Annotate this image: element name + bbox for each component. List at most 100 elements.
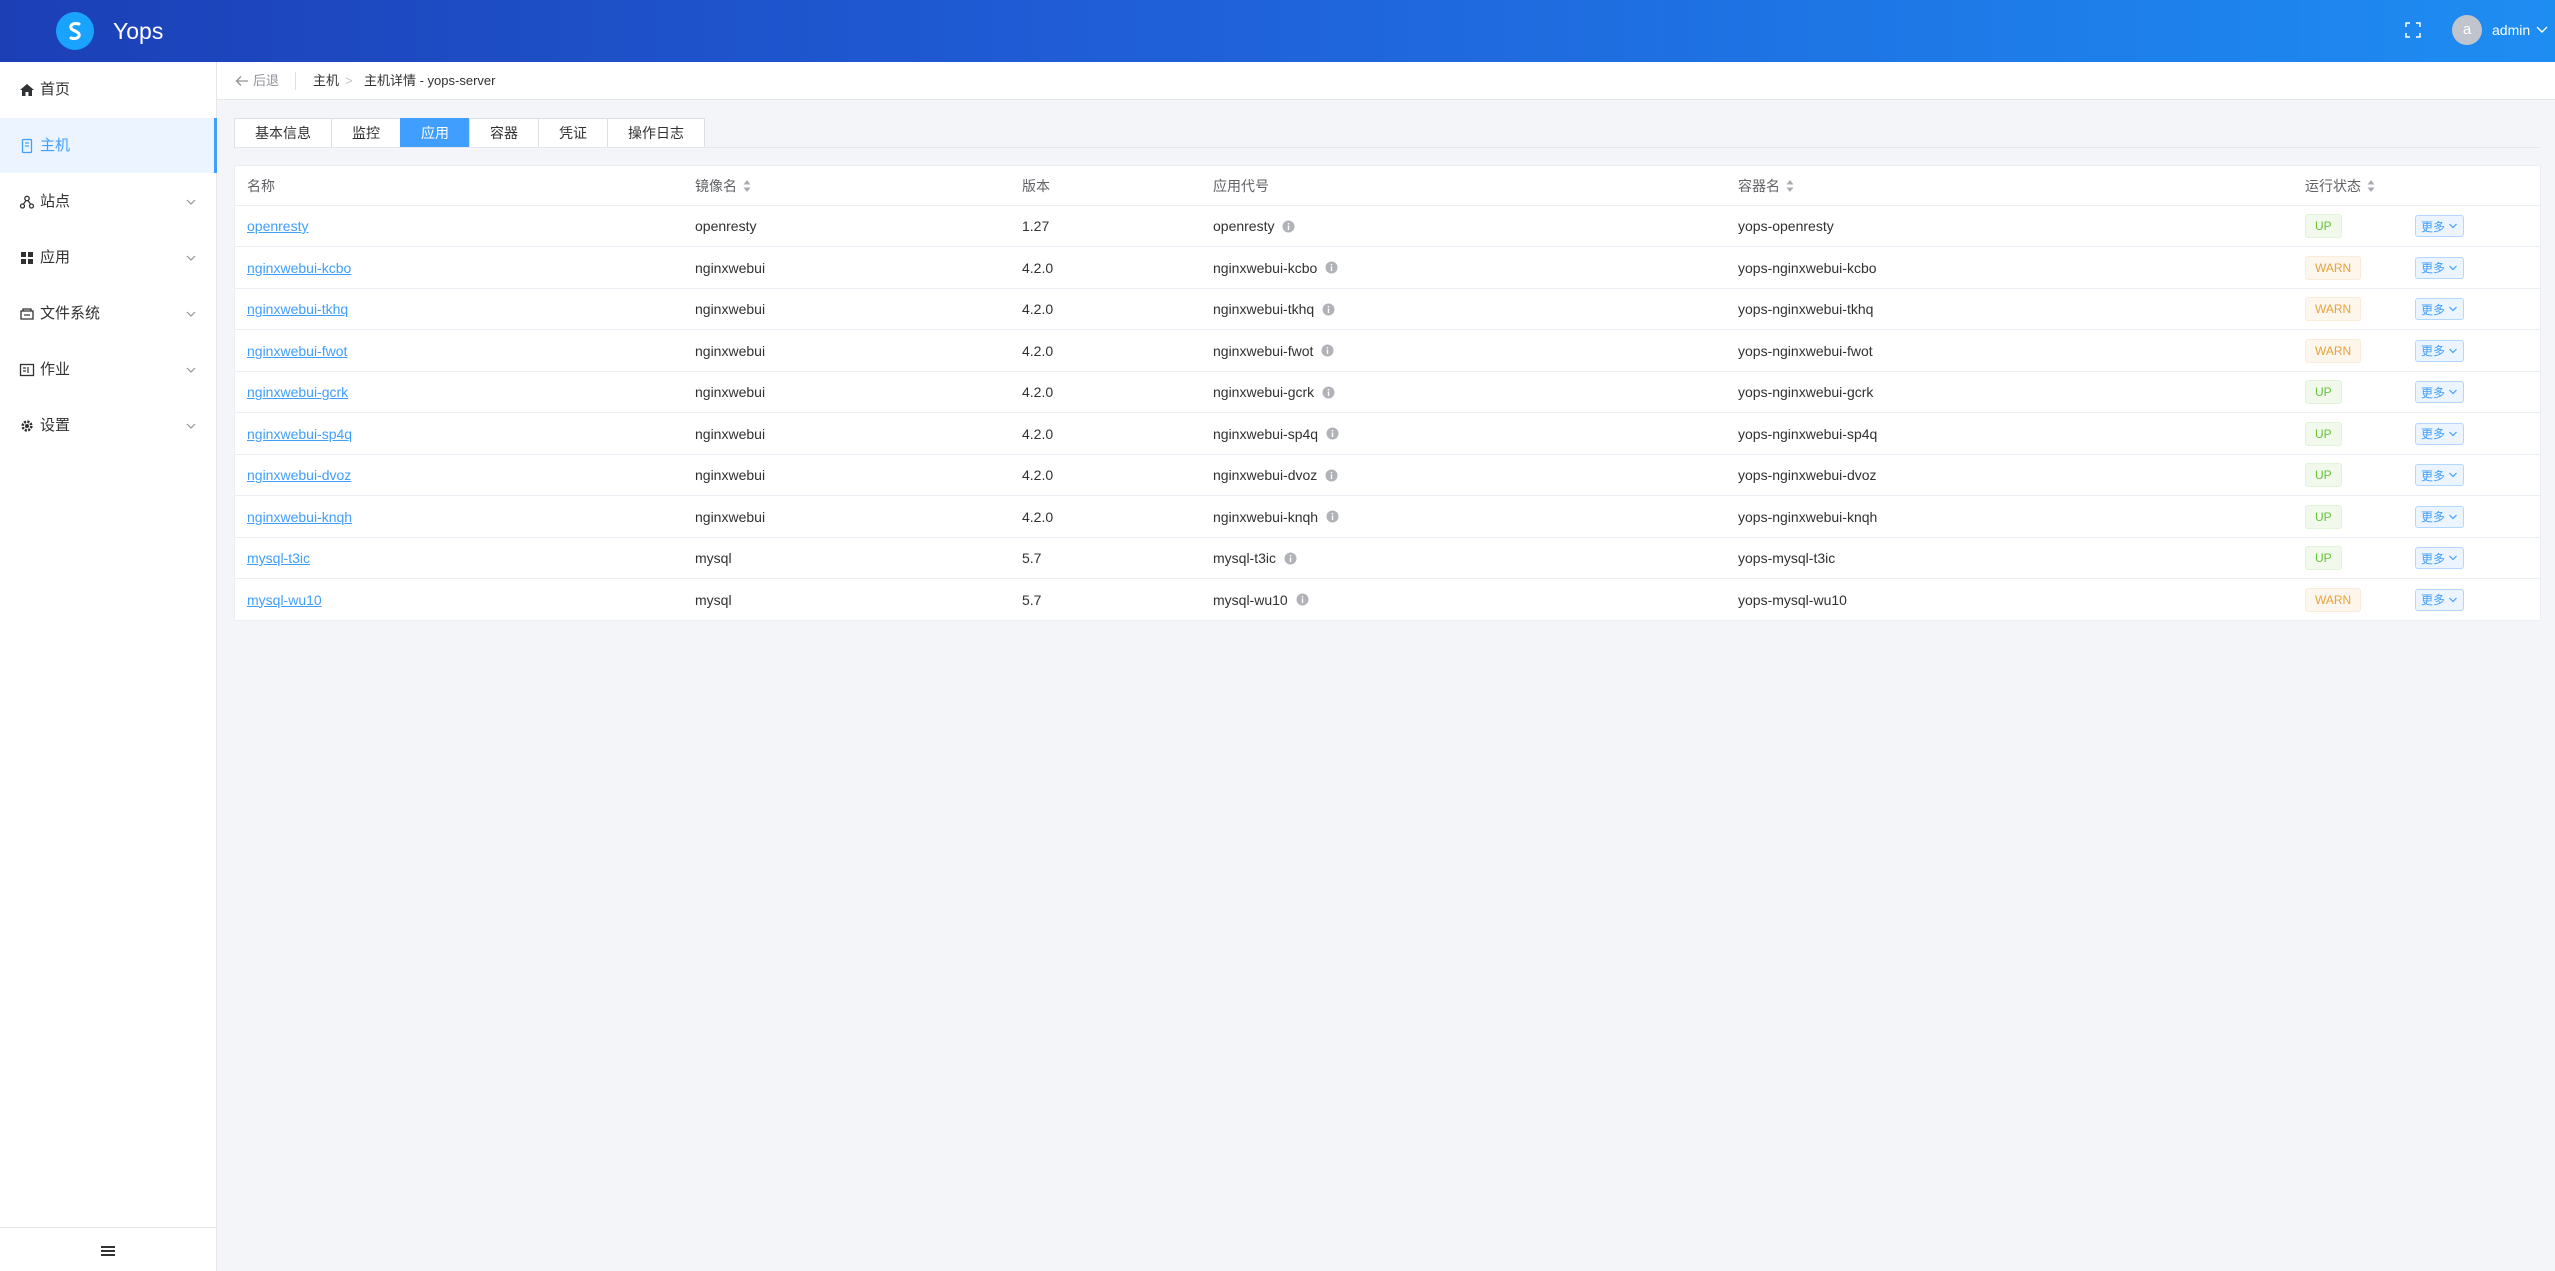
- status-badge: WARN: [2305, 297, 2362, 321]
- status-badge: WARN: [2305, 587, 2362, 612]
- sort-icon[interactable]: [1786, 179, 1794, 193]
- more-button[interactable]: 更多: [2415, 298, 2465, 320]
- username[interactable]: admin: [2492, 21, 2530, 39]
- info-icon[interactable]: [1296, 593, 1309, 606]
- sidebar-item-apps[interactable]: 应用: [0, 230, 217, 285]
- cell-name: openresty: [247, 206, 308, 246]
- cell-version: 5.7: [1022, 580, 1041, 620]
- app-name-link[interactable]: nginxwebui-kcbo: [247, 260, 351, 276]
- chevron-down-icon: [2449, 431, 2457, 436]
- sidebar-item-label: 作业: [40, 360, 71, 378]
- container-name: yops-mysql-wu10: [1738, 591, 1847, 608]
- info-icon[interactable]: [1282, 220, 1295, 233]
- tab-operation-log[interactable]: 操作日志: [607, 118, 705, 148]
- more-button[interactable]: 更多: [2415, 547, 2465, 569]
- app-name-link[interactable]: nginxwebui-knqh: [247, 509, 352, 525]
- app-name-link[interactable]: nginxwebui-fwot: [247, 343, 347, 359]
- sidebar-item-hosts[interactable]: 主机: [0, 118, 217, 173]
- cell-status: WARN: [2305, 331, 2362, 371]
- column-header-image[interactable]: 镜像名: [695, 166, 751, 205]
- more-label: 更多: [2421, 219, 2446, 234]
- column-header-container[interactable]: 容器名: [1738, 166, 1794, 205]
- status-badge: UP: [2305, 463, 2342, 487]
- tab-credentials[interactable]: 凭证: [538, 118, 608, 148]
- yops-logo[interactable]: [56, 12, 94, 50]
- breadcrumb-hosts[interactable]: 主机: [313, 73, 339, 89]
- info-icon[interactable]: [1326, 510, 1339, 523]
- tab-containers[interactable]: 容器: [469, 118, 539, 148]
- app-name-link[interactable]: nginxwebui-dvoz: [247, 467, 351, 483]
- chevron-down-icon: [2449, 472, 2457, 478]
- status-badge: WARN: [2305, 338, 2362, 363]
- cell-container: yops-nginxwebui-sp4q: [1738, 414, 1877, 454]
- cell-image: nginxwebui: [695, 497, 765, 537]
- image-name: nginxwebui: [695, 301, 766, 317]
- back-button[interactable]: 后退: [235, 73, 279, 89]
- sidebar-item-filesystem[interactable]: 文件系统: [0, 286, 217, 341]
- sidebar-item-sites[interactable]: 站点: [0, 174, 217, 229]
- more-button[interactable]: 更多: [2415, 256, 2465, 279]
- info-icon[interactable]: [1321, 344, 1334, 357]
- column-header-status[interactable]: 运行状态: [2305, 166, 2375, 205]
- sort-icon[interactable]: [743, 179, 751, 193]
- sidebar-footer: [0, 1227, 217, 1271]
- table-row: nginxwebui-knqh nginxwebui 4.2.0 nginxwebui…: [235, 497, 2540, 538]
- app-name-link[interactable]: nginxwebui-sp4q: [247, 426, 352, 442]
- version: 4.2.0: [1022, 384, 1054, 400]
- table-row: nginxwebui-sp4q nginxwebui 4.2.0 nginxwebui…: [235, 414, 2540, 455]
- sidebar-item-label: 主机: [40, 136, 71, 154]
- chevron-down-icon: [2449, 514, 2457, 519]
- menu-collapse-icon[interactable]: [100, 1244, 116, 1258]
- app-name-link[interactable]: nginxwebui-tkhq: [247, 301, 348, 317]
- tab-basic-info[interactable]: 基本信息: [234, 118, 332, 148]
- breadcrumb-current: 主机详情 - yops-server: [364, 73, 496, 88]
- fullscreen-icon[interactable]: [2403, 20, 2423, 40]
- more-button[interactable]: 更多: [2415, 215, 2465, 237]
- info-icon[interactable]: [1322, 303, 1335, 316]
- cell-container: yops-mysql-wu10: [1738, 580, 1847, 620]
- cell-actions: 更多: [2415, 455, 2465, 495]
- tab-apps[interactable]: 应用: [400, 118, 470, 148]
- cell-app-code: nginxwebui-tkhq: [1213, 289, 1335, 329]
- app-name-link[interactable]: mysql-t3ic: [247, 550, 310, 566]
- image-name: nginxwebui: [695, 259, 766, 276]
- sidebar-item-settings[interactable]: 设置: [0, 398, 217, 453]
- info-icon[interactable]: [1326, 427, 1339, 440]
- chevron-down-icon[interactable]: [2535, 23, 2549, 37]
- cell-name: nginxwebui-knqh: [247, 497, 352, 537]
- app-code: nginxwebui-knqh: [1213, 508, 1319, 525]
- info-icon[interactable]: [1322, 386, 1335, 399]
- more-button[interactable]: 更多: [2415, 381, 2465, 403]
- chevron-down-icon: [186, 311, 196, 317]
- more-button[interactable]: 更多: [2415, 505, 2465, 528]
- app-name-link[interactable]: mysql-wu10: [247, 592, 322, 608]
- sidebar-item-home[interactable]: 首页: [0, 62, 217, 117]
- sidebar-item-jobs[interactable]: 作业: [0, 342, 217, 397]
- sort-icon[interactable]: [2367, 179, 2375, 193]
- chevron-down-icon: [2449, 223, 2457, 229]
- cell-status: WARN: [2305, 580, 2362, 620]
- cell-image: nginxwebui: [695, 455, 765, 495]
- more-button[interactable]: 更多: [2415, 339, 2465, 362]
- home-icon: [20, 83, 34, 96]
- more-button[interactable]: 更多: [2415, 588, 2465, 611]
- more-button[interactable]: 更多: [2415, 464, 2465, 486]
- sidebar-item-label: 站点: [40, 192, 71, 210]
- tab-monitor[interactable]: 监控: [331, 118, 401, 148]
- status-badge: UP: [2305, 380, 2342, 404]
- app-name-link[interactable]: openresty: [247, 218, 308, 234]
- logo-icon: [69, 22, 81, 40]
- info-icon[interactable]: [1325, 469, 1338, 482]
- cell-app-code: mysql-t3ic: [1213, 538, 1297, 578]
- avatar[interactable]: a: [2452, 15, 2482, 45]
- cell-version: 4.2.0: [1022, 248, 1053, 288]
- sidebar-item-label: 首页: [40, 80, 71, 98]
- cell-image: mysql: [695, 580, 732, 620]
- cell-app-code: nginxwebui-sp4q: [1213, 414, 1339, 454]
- app-name-link[interactable]: nginxwebui-gcrk: [247, 384, 348, 400]
- container-name: yops-openresty: [1738, 218, 1834, 234]
- more-button[interactable]: 更多: [2415, 422, 2465, 445]
- cell-app-code: nginxwebui-fwot: [1213, 331, 1334, 371]
- info-icon[interactable]: [1284, 552, 1297, 565]
- info-icon[interactable]: [1325, 261, 1338, 274]
